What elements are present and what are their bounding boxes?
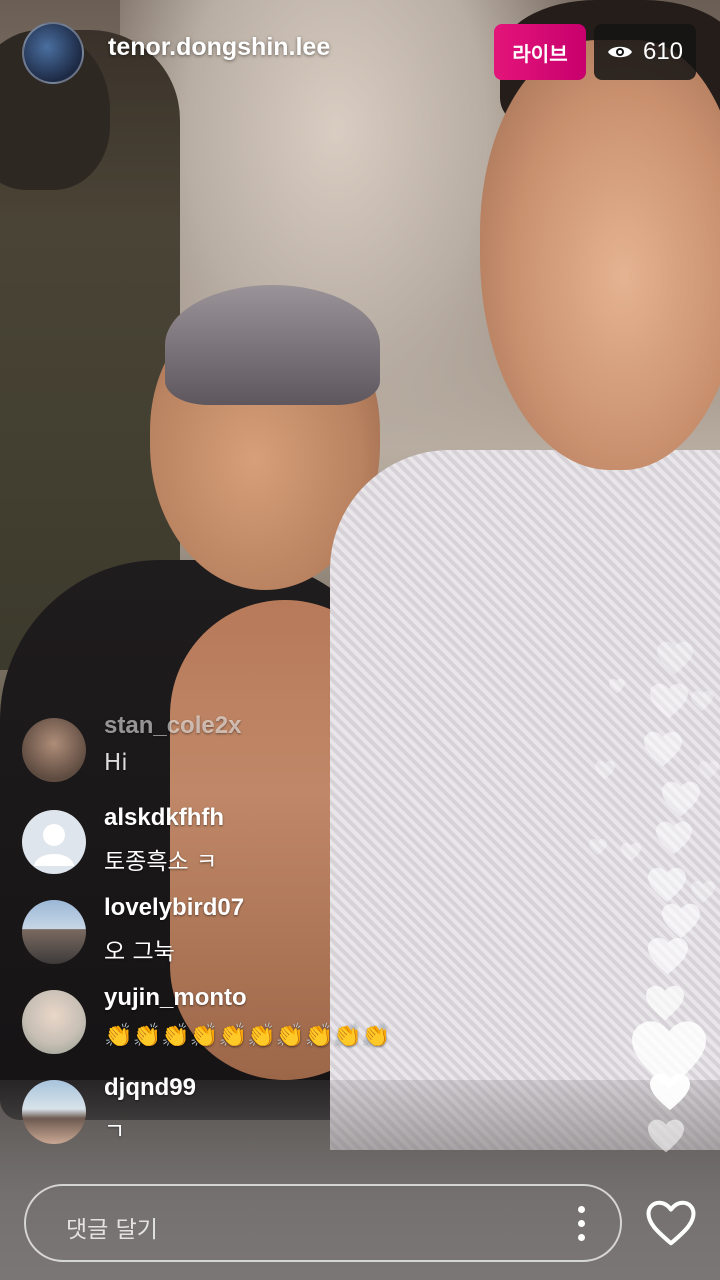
comment-text: 오 그눅 [104,939,175,965]
comment-item: djqnd99 ㄱ [22,1074,542,1154]
comment-item: yujin_monto 👏👏👏👏👏👏👏👏👏👏 [22,984,542,1064]
heart-icon [650,683,688,719]
heart-icon [644,731,682,767]
live-badge: 라이브 [494,24,586,80]
viewer-count: 610 [642,38,684,65]
default-avatar-icon[interactable] [22,810,86,874]
heart-icon [699,760,719,780]
heart-icon [589,838,607,856]
heart-icon [648,937,688,975]
viewer-count-badge[interactable]: 610 [594,24,696,80]
comment-item: stan_cole2x Hi [22,712,542,792]
heart-icon [662,781,700,817]
cap-middle [165,285,380,405]
heart-icon [656,821,692,855]
comment-username[interactable]: lovelybird07 [104,894,244,922]
comment-username[interactable]: yujin_monto [104,984,247,1012]
comment-text: ㄱ [104,1119,126,1145]
commenter-avatar[interactable] [22,1080,86,1144]
heart-outline-icon[interactable] [644,1198,698,1248]
heart-icon [621,842,641,862]
heart-icon [691,691,713,711]
heart-icon [595,760,615,780]
comment-placeholder: 댓글 달기 [66,1217,158,1243]
heart-icon [691,881,715,903]
comment-username[interactable]: djqnd99 [104,1074,196,1102]
heart-icon [662,903,700,939]
commenter-avatar[interactable] [22,900,86,964]
heart-icon [648,1119,684,1153]
heart-icon [646,985,684,1021]
floating-hearts [580,630,720,1190]
comment-input[interactable]: 댓글 달기 [24,1184,622,1262]
heart-icon [648,867,686,903]
comment-text: 👏👏👏👏👏👏👏👏👏👏 [104,1023,391,1049]
comment-username[interactable]: alskdkfhfh [104,804,224,832]
comment-username[interactable]: stan_cole2x [104,712,241,740]
host-username[interactable]: tenor.dongshin.lee [108,33,330,62]
commenter-avatar[interactable] [22,718,86,782]
comment-text: Hi [104,750,128,776]
comment-item: alskdkfhfh 토종흑소 ㅋ [22,804,542,884]
commenter-avatar[interactable] [22,990,86,1054]
heart-icon [609,678,625,694]
heart-icon [657,641,693,675]
more-vertical-icon[interactable] [578,1206,586,1242]
eye-icon [607,46,632,58]
comment-item: lovelybird07 오 그눅 [22,894,542,974]
live-header: tenor.dongshin.lee 라이브 610 [0,0,720,110]
heart-icon [650,1073,690,1111]
host-avatar[interactable] [22,22,84,84]
comment-text: 토종흑소 ㅋ [104,849,218,875]
